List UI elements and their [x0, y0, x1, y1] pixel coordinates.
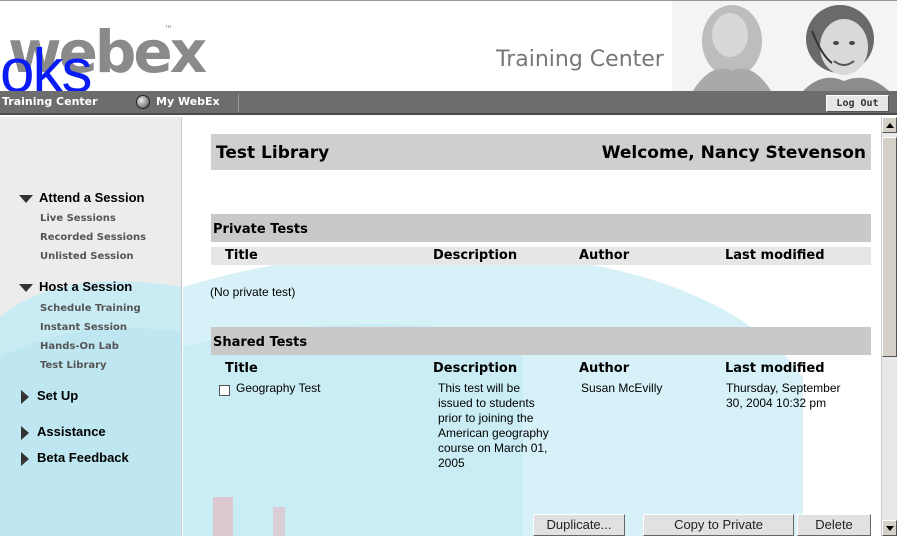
private-tests-column-headers: Title Description Author Last modified [211, 247, 871, 265]
nav-my-webex-link[interactable]: My WebEx [156, 95, 220, 108]
column-header-title[interactable]: Title [225, 361, 258, 376]
sidebar-item-test-library[interactable]: Test Library [40, 360, 107, 371]
up-arrow-icon [886, 123, 894, 128]
page-title-bar: Test Library Welcome, Nancy Stevenson [211, 134, 871, 170]
test-description: This test will be issued to students pri… [438, 381, 549, 471]
vertical-scrollbar[interactable] [881, 117, 897, 536]
header-people-photo [672, 1, 897, 92]
column-header-author[interactable]: Author [579, 361, 629, 376]
nav-training-center-link[interactable]: Training Center [2, 95, 98, 108]
description-line: prior to joining the [438, 411, 534, 425]
shared-tests-column-headers: Title Description Author Last modified [211, 360, 871, 378]
sidebar-item-unlisted-session[interactable]: Unlisted Session [40, 251, 134, 262]
description-line: course on March 01, [438, 441, 548, 455]
sidebar-section-label: Set Up [37, 388, 79, 403]
sidebar-section-host[interactable]: Host a Session [19, 279, 132, 294]
scroll-thumb[interactable] [882, 137, 897, 357]
top-nav-bar: Training Center My WebEx Log Out [0, 91, 897, 115]
page-title: Test Library [216, 143, 330, 163]
column-header-author[interactable]: Author [579, 248, 629, 263]
sidebar-section-setup[interactable]: Set Up [19, 388, 78, 404]
expanded-arrow-icon [19, 194, 33, 203]
column-header-title[interactable]: Title [225, 248, 258, 263]
column-header-description[interactable]: Description [433, 248, 517, 263]
sidebar-section-label: Assistance [37, 424, 106, 439]
shared-tests-header: Shared Tests [211, 327, 871, 355]
expanded-arrow-icon [19, 283, 33, 292]
collapsed-arrow-icon [21, 451, 29, 466]
sidebar-section-label: Attend a Session [39, 190, 145, 205]
scroll-down-button[interactable] [882, 520, 897, 536]
collapsed-arrow-icon [21, 389, 29, 404]
column-header-last-modified[interactable]: Last modified [725, 248, 825, 263]
nav-divider [238, 94, 239, 112]
sidebar-item-schedule-training[interactable]: Schedule Training [40, 303, 141, 314]
modified-line: 30, 2004 10:32 pm [726, 396, 827, 410]
sidebar-item-hands-on-lab[interactable]: Hands-On Lab [40, 341, 119, 352]
test-last-modified: Thursday, September 30, 2004 10:32 pm [726, 381, 841, 411]
trademark-mark: ™ [164, 25, 173, 35]
collapsed-arrow-icon [21, 425, 29, 440]
sidebar: Attend a Session Live Sessions Recorded … [0, 117, 182, 536]
column-header-description[interactable]: Description [433, 361, 517, 376]
description-line: issued to students [438, 396, 535, 410]
sidebar-section-assistance[interactable]: Assistance [19, 424, 106, 440]
description-line: American geography [438, 426, 549, 440]
section-heading: Shared Tests [213, 335, 308, 350]
delete-button[interactable]: Delete [797, 514, 871, 536]
header-banner: webex ™ Training Center oks [0, 0, 897, 103]
scroll-up-button[interactable] [882, 117, 897, 133]
sidebar-section-label: Host a Session [39, 279, 133, 294]
sidebar-item-instant-session[interactable]: Instant Session [40, 322, 127, 333]
empty-state-text: (No private test) [210, 285, 296, 299]
description-line: 2005 [438, 456, 465, 470]
sidebar-section-beta-feedback[interactable]: Beta Feedback [19, 450, 129, 466]
product-title: Training Center [496, 47, 664, 72]
test-author: Susan McEvilly [581, 381, 663, 395]
duplicate-button[interactable]: Duplicate... [533, 514, 625, 536]
row-select-checkbox[interactable] [219, 385, 230, 396]
column-header-last-modified[interactable]: Last modified [725, 361, 825, 376]
copy-to-private-button[interactable]: Copy to Private [643, 514, 794, 536]
down-arrow-icon [886, 526, 894, 531]
logout-button[interactable]: Log Out [826, 95, 889, 112]
welcome-message: Welcome, Nancy Stevenson [601, 143, 866, 163]
section-heading: Private Tests [213, 222, 308, 237]
sidebar-section-label: Beta Feedback [37, 450, 129, 465]
description-line: This test will be [438, 381, 521, 395]
globe-icon [136, 95, 150, 109]
private-tests-header: Private Tests [211, 214, 871, 242]
main-content: Test Library Welcome, Nancy Stevenson Pr… [183, 117, 881, 536]
sidebar-item-live-sessions[interactable]: Live Sessions [40, 213, 116, 224]
sidebar-section-attend[interactable]: Attend a Session [19, 190, 144, 205]
test-title[interactable]: Geography Test [236, 381, 321, 396]
modified-line: Thursday, September [726, 381, 841, 395]
sidebar-item-recorded-sessions[interactable]: Recorded Sessions [40, 232, 146, 243]
